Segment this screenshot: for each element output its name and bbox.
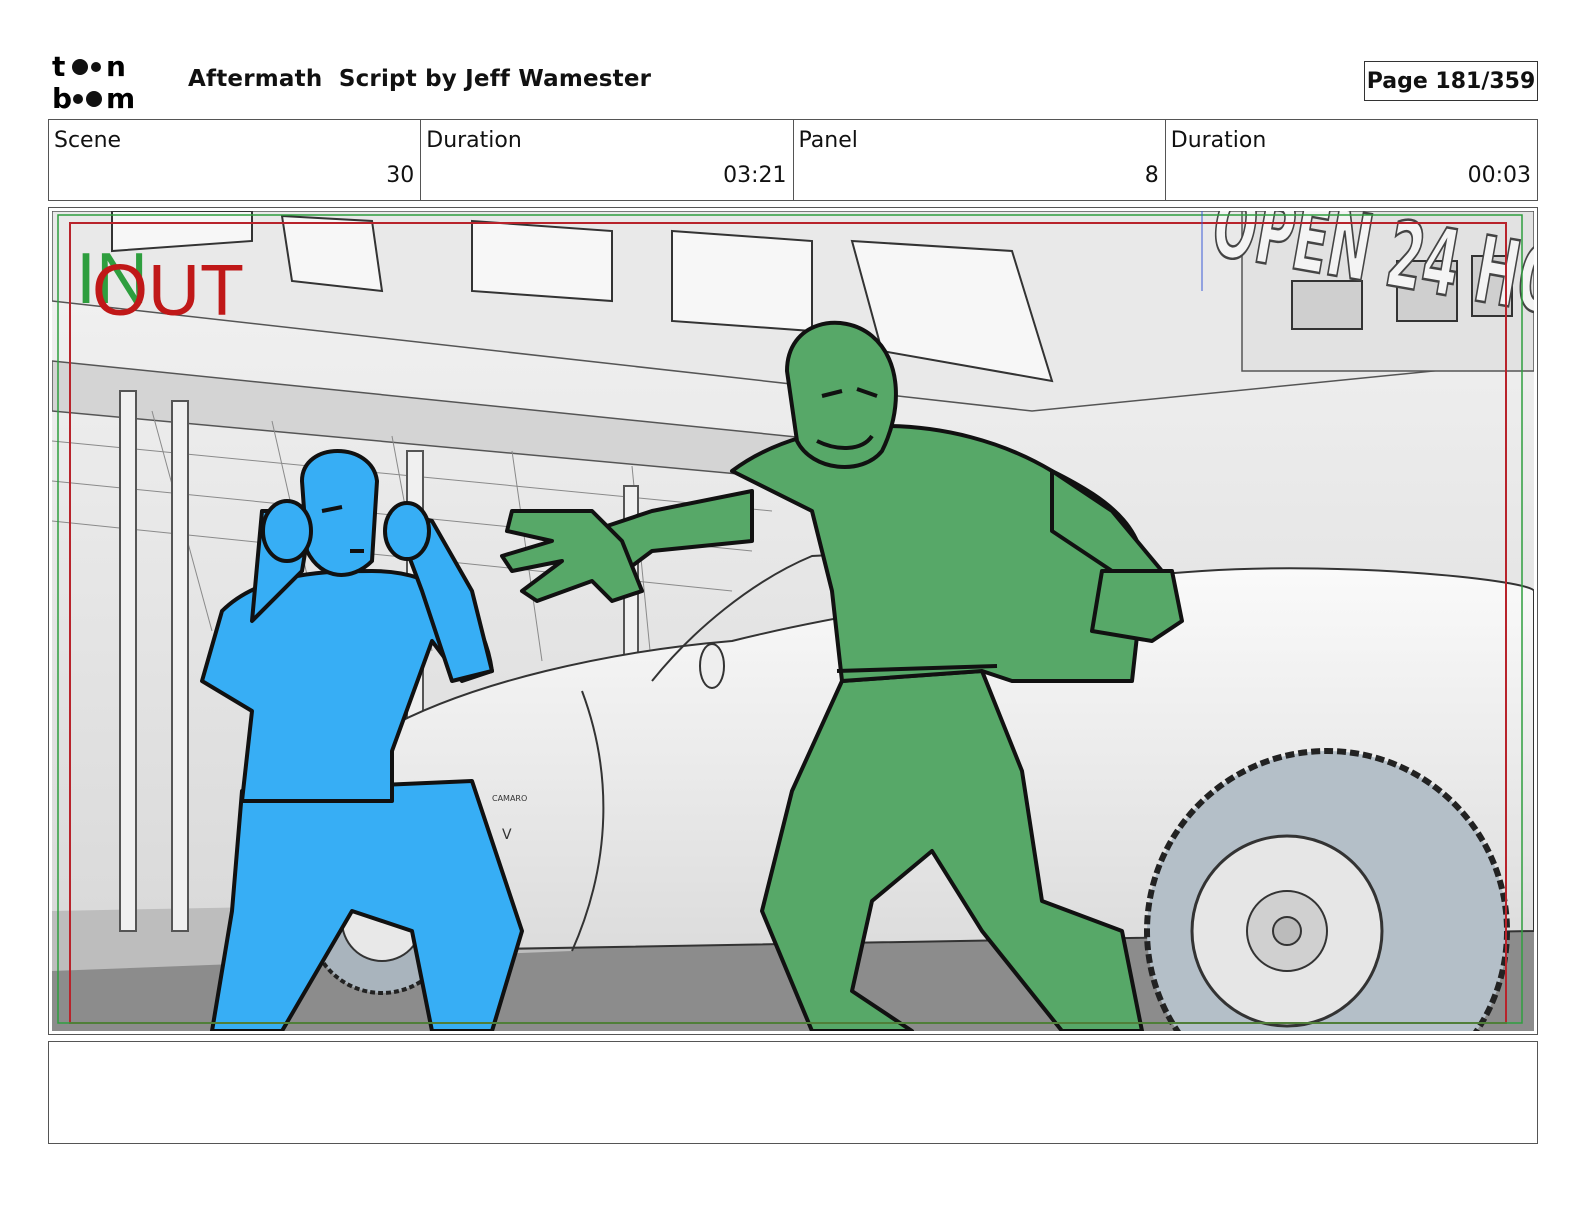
out-marker: OUT [92,251,244,331]
scene-label: Scene [54,128,122,153]
panel-duration-label: Duration [1170,128,1267,153]
document-title: Aftermath Script by Jeff Wamester [188,66,652,92]
panel-label: Panel [798,128,858,153]
panel-duration-cell: Duration 00:03 [1166,120,1537,200]
scene-duration-value: 03:21 [723,163,787,188]
svg-text:n: n [106,52,126,83]
panel-artwork: OPEN 24 HOURS CAMARO V IN OUT [52,211,1534,1031]
panel-duration-value: 00:03 [1467,163,1531,188]
panel-notes-box [48,1041,1538,1144]
scene-duration-cell: Duration 03:21 [421,120,794,200]
toon-boom-logo: t n b m [52,52,135,112]
scene-info-table: Scene 30 Duration 03:21 Panel 8 Duration… [48,119,1538,201]
scene-cell: Scene 30 [49,120,422,200]
panel-cell: Panel 8 [794,120,1166,200]
svg-text:b: b [52,82,72,112]
svg-text:CAMARO: CAMARO [492,794,527,803]
scene-value: 30 [386,163,415,188]
svg-text:V: V [502,827,512,843]
svg-text:t: t [52,52,65,83]
panel-value: 8 [1144,163,1159,188]
page-indicator: Page 181/359 [1364,61,1538,101]
svg-text:m: m [106,82,135,112]
storyboard-panel: OPEN 24 HOURS CAMARO V IN OUT [48,207,1538,1035]
scene-duration-label: Duration [426,128,522,153]
